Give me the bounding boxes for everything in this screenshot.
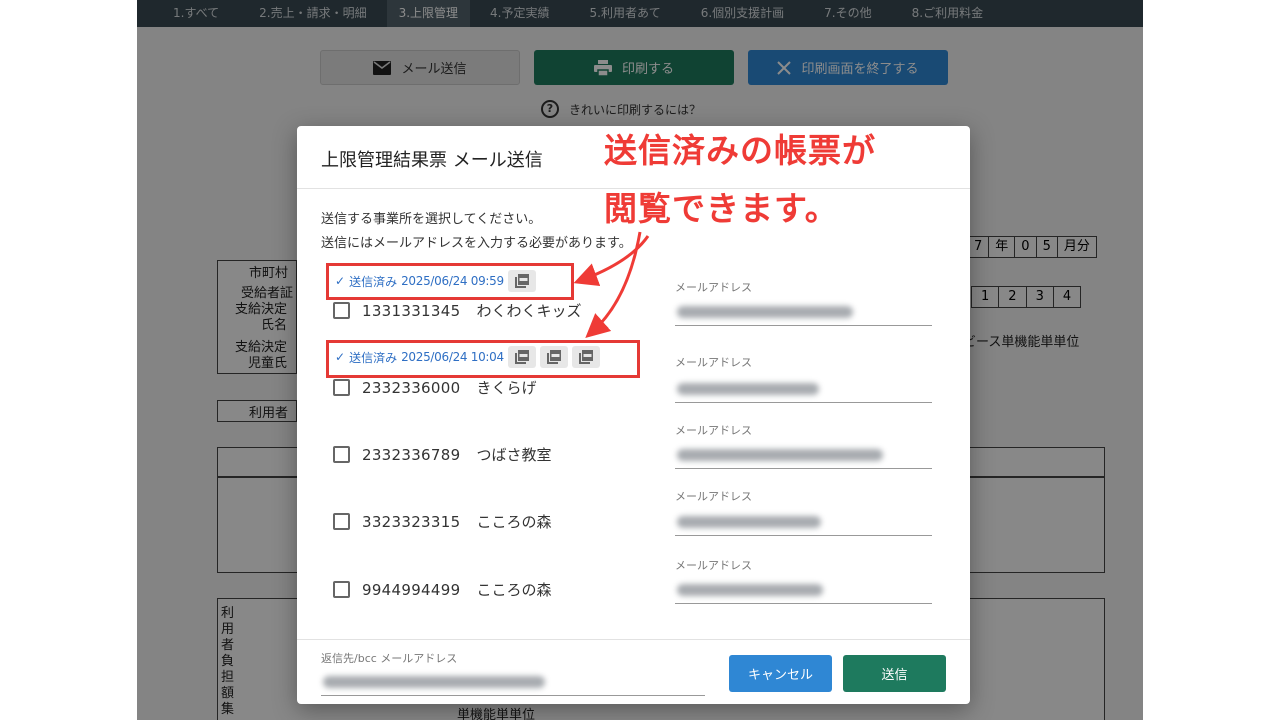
office-code: 3323323315: [362, 512, 461, 531]
office-name: わくわくキッズ: [476, 302, 582, 320]
office-row: 1331331345 わくわくキッズ: [333, 300, 581, 321]
send-button[interactable]: 送信: [843, 655, 946, 692]
office-code: 2332336000: [362, 378, 461, 397]
dialog-divider: [297, 639, 970, 640]
redacted-email: [677, 449, 883, 461]
office-name: きくらげ: [476, 379, 537, 397]
office-checkbox[interactable]: [333, 302, 350, 319]
redacted-email: [677, 383, 819, 395]
email-label: メールアドレス: [675, 424, 752, 437]
office-name: つばさ教室: [476, 446, 552, 464]
bcc-label: 返信先/bcc メールアドレス: [321, 652, 458, 665]
dialog-title: 上限管理結果票 メール送信: [321, 150, 543, 171]
office-row: 2332336789 つばさ教室: [333, 444, 551, 465]
email-label: メールアドレス: [675, 490, 752, 503]
redacted-email: [677, 516, 821, 528]
highlight-sent-status-1: [326, 263, 574, 300]
office-checkbox[interactable]: [333, 446, 350, 463]
email-label: メールアドレス: [675, 559, 752, 572]
email-label: メールアドレス: [675, 281, 752, 294]
email-input[interactable]: [675, 443, 932, 469]
office-code: 2332336789: [362, 445, 461, 464]
bcc-email-input[interactable]: [321, 666, 705, 696]
office-name: こころの森: [476, 513, 552, 531]
redacted-email: [677, 306, 853, 318]
office-checkbox[interactable]: [333, 581, 350, 598]
annotation-line-2: 閲覧できます。: [604, 189, 839, 228]
redacted-email: [677, 584, 823, 596]
office-row: 3323323315 こころの森: [333, 511, 551, 532]
office-checkbox[interactable]: [333, 379, 350, 396]
highlight-sent-status-2: [326, 340, 640, 378]
office-checkbox[interactable]: [333, 513, 350, 530]
email-input[interactable]: [675, 578, 932, 604]
instruction-select: 送信する事業所を選択してください。: [321, 212, 542, 227]
screenshot-canvas: 1.すべて 2.売上・請求・明細 3.上限管理 4.予定実績 5.利用者あて 6…: [0, 0, 1280, 720]
email-input[interactable]: [675, 300, 932, 326]
office-row: 9944994499 こころの森: [333, 579, 551, 600]
email-input[interactable]: [675, 377, 932, 403]
office-code: 1331331345: [362, 301, 461, 320]
office-code: 9944994499: [362, 580, 461, 599]
annotation-line-1: 送信済みの帳票が: [604, 131, 876, 170]
email-input[interactable]: [675, 510, 932, 536]
office-row: 2332336000 きくらげ: [333, 377, 536, 398]
instruction-email-required: 送信にはメールアドレスを入力する必要があります。: [321, 236, 632, 251]
cancel-button[interactable]: キャンセル: [729, 655, 832, 692]
email-label: メールアドレス: [675, 356, 752, 369]
office-name: こころの森: [476, 581, 552, 599]
redacted-email: [323, 676, 545, 688]
